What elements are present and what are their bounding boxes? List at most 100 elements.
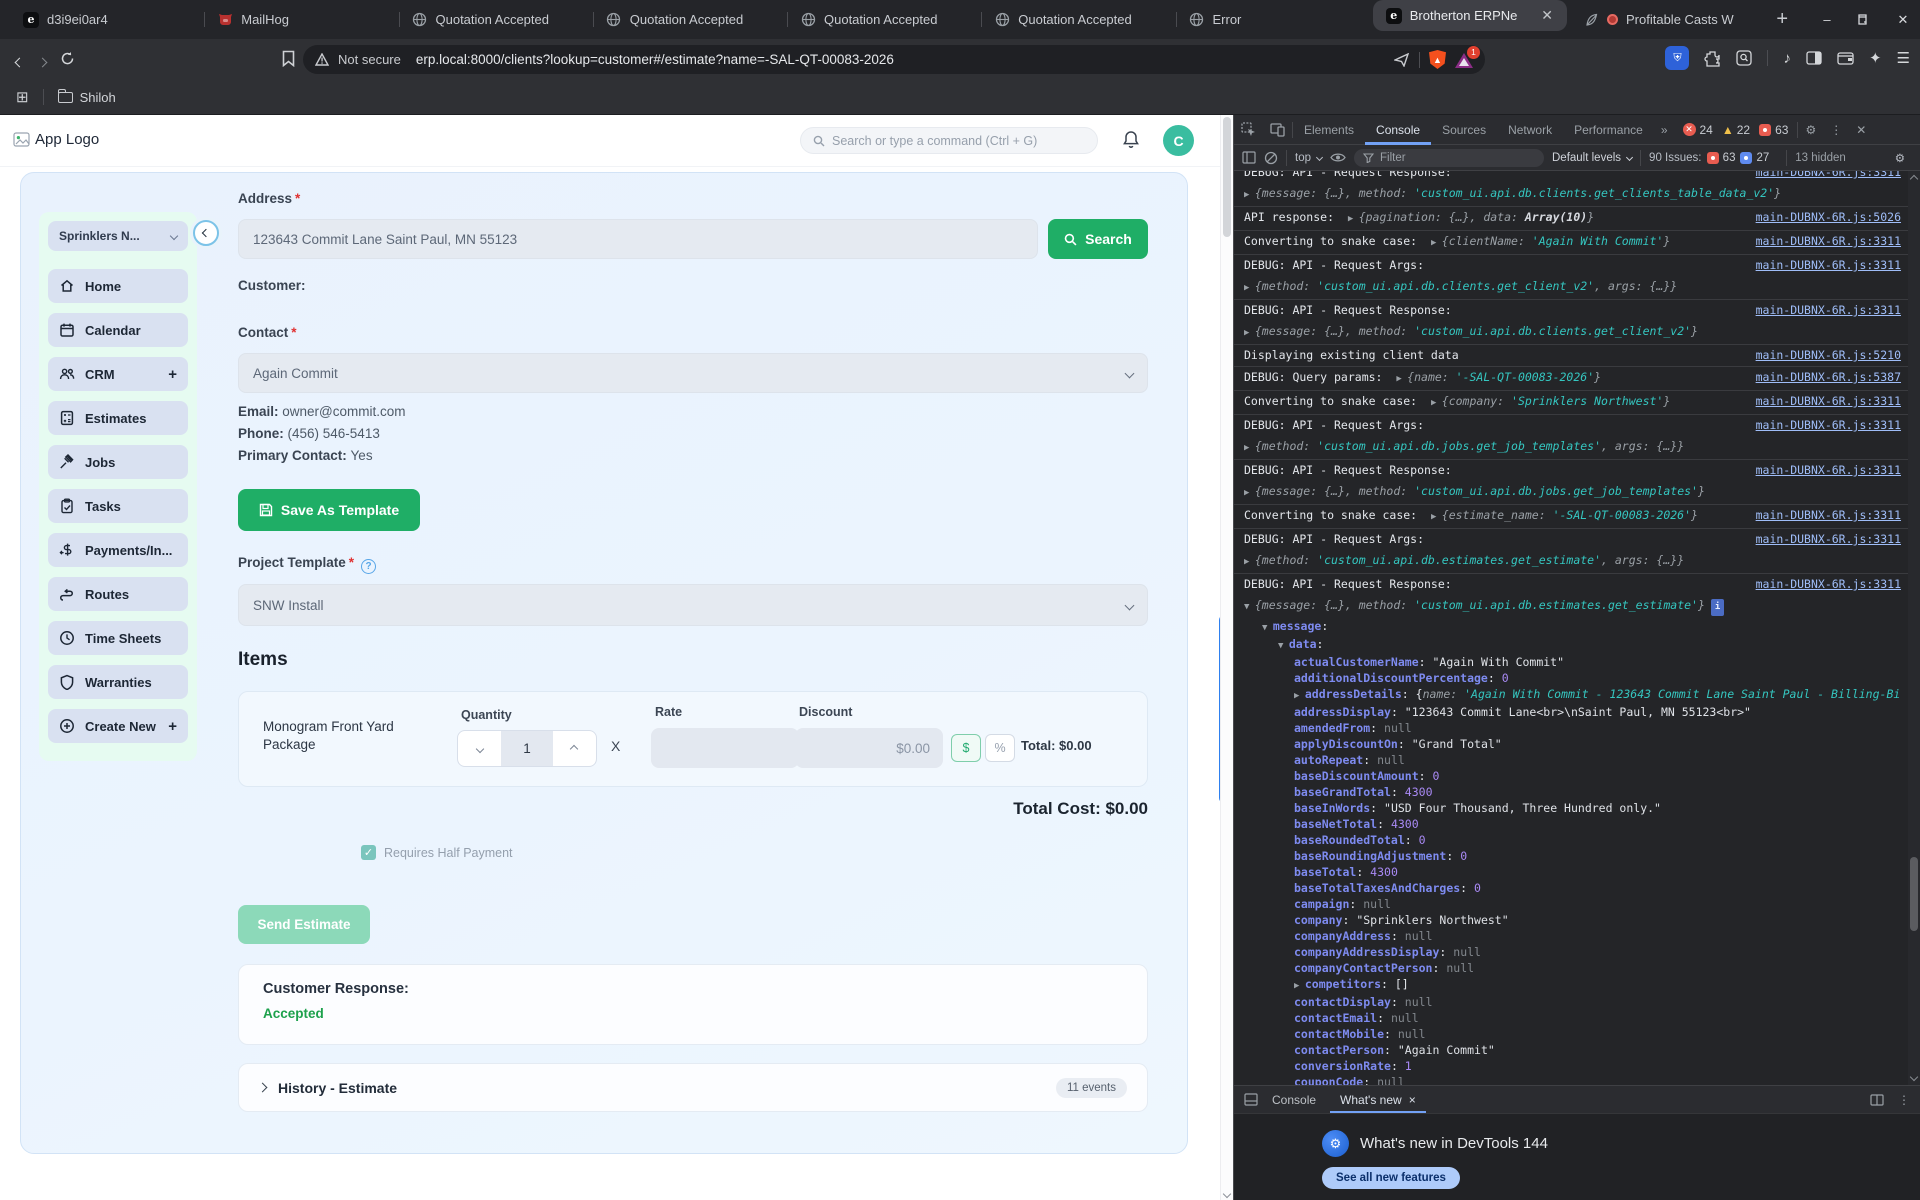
console-row[interactable]: ▶ {method: 'custom_ui.api.db.clients.get… — [1234, 276, 1909, 299]
browser-tab[interactable]: Quotation Accepted — [398, 0, 593, 39]
contact-select[interactable]: Again Commit — [238, 353, 1148, 393]
see-all-features-button[interactable]: See all new features — [1322, 1167, 1460, 1189]
console-row[interactable]: DEBUG: API - Request Response: main-DUBNX… — [1234, 299, 1909, 321]
quantity-value[interactable]: 1 — [501, 731, 553, 766]
sidebar-item-tasks[interactable]: Tasks — [48, 489, 188, 523]
devtools-menu-icon[interactable]: ⋮ — [1823, 123, 1849, 137]
sidebar-item-estimates[interactable]: Estimates — [48, 401, 188, 435]
console-row[interactable]: contactMobile: null — [1234, 1026, 1909, 1042]
console-source-link[interactable]: main-DUBNX-6R.js:3311 — [1756, 302, 1909, 319]
console-row[interactable]: baseNetTotal: 4300 — [1234, 816, 1909, 832]
reload-button[interactable] — [60, 51, 75, 66]
devtools-tab-sources[interactable]: Sources — [1431, 115, 1497, 145]
console-row[interactable]: DEBUG: API - Request Response: main-DUBNX… — [1234, 573, 1909, 595]
console-row[interactable]: DEBUG: Query params: ▶ {name: '-SAL-QT-0… — [1234, 366, 1909, 390]
console-row[interactable]: contactDisplay: null — [1234, 994, 1909, 1010]
console-row[interactable]: contactEmail: null — [1234, 1010, 1909, 1026]
avatar[interactable]: C — [1163, 125, 1194, 156]
console-row[interactable]: companyAddress: null — [1234, 928, 1909, 944]
rate-input[interactable] — [651, 728, 799, 768]
sidebar-toggle-icon[interactable] — [1806, 51, 1822, 65]
close-window-button[interactable]: ✕ — [1894, 12, 1912, 28]
extensions-puzzle-icon[interactable] — [1704, 50, 1721, 67]
devtools-tab-console[interactable]: Console — [1365, 115, 1431, 145]
forward-button[interactable] — [37, 53, 48, 71]
bookmark-folder-shiloh[interactable]: Shiloh — [57, 88, 116, 105]
console-row[interactable]: Converting to snake case: ▶ {company: 'S… — [1234, 390, 1909, 414]
console-row[interactable]: applyDiscountOn: "Grand Total" — [1234, 736, 1909, 752]
inspect-element-icon[interactable] — [1234, 122, 1263, 137]
address-bar[interactable]: Not secure erp.local:8000/clients?lookup… — [303, 45, 1485, 74]
sidebar-item-routes[interactable]: Routes — [48, 577, 188, 611]
console-row[interactable]: API response: ▶ {pagination: {…}, data: … — [1234, 206, 1909, 230]
url-text[interactable]: erp.local:8000/clients?lookup=customer#/… — [416, 52, 1385, 67]
back-button[interactable] — [14, 53, 25, 71]
console-row[interactable]: Displaying existing client data main-DUBN… — [1234, 344, 1909, 366]
minimize-button[interactable]: – — [1818, 12, 1836, 27]
console-row[interactable]: baseTotal: 4300 — [1234, 864, 1909, 880]
wallet-icon[interactable] — [1837, 51, 1854, 65]
brave-rewards-icon[interactable]: 1 — [1455, 45, 1480, 69]
console-row[interactable]: ▶ competitors: [] — [1234, 976, 1909, 994]
console-source-link[interactable]: main-DUBNX-6R.js:5387 — [1756, 369, 1909, 386]
sidebar-item-jobs[interactable]: Jobs — [48, 445, 188, 479]
menu-icon[interactable]: ☰ — [1897, 49, 1910, 67]
console-row[interactable]: baseGrandTotal: 4300 — [1234, 784, 1909, 800]
scroll-down-arrow[interactable] — [1222, 1189, 1232, 1199]
console-row[interactable]: Converting to snake case: ▶ {estimate_na… — [1234, 504, 1909, 528]
js-context-selector[interactable]: top — [1295, 152, 1324, 164]
console-row[interactable]: additionalDiscountPercentage: 0 — [1234, 670, 1909, 686]
console-row[interactable]: campaign: null — [1234, 896, 1909, 912]
scroll-up-arrow[interactable] — [1909, 174, 1919, 184]
browser-tab[interactable]: Profitable Casts W — [1570, 0, 1764, 39]
console-row[interactable]: baseRoundingAdjustment: 0 — [1234, 848, 1909, 864]
console-filter-input[interactable]: Filter — [1354, 148, 1544, 167]
expand-chevron-icon[interactable] — [257, 1082, 268, 1093]
console-row[interactable]: conversionRate: 1 — [1234, 1058, 1909, 1074]
bookmark-icon[interactable] — [282, 50, 295, 67]
more-tabs-icon[interactable]: » — [1654, 123, 1675, 137]
console-row[interactable]: company: "Sprinklers Northwest" — [1234, 912, 1909, 928]
console-row[interactable]: actualCustomerName: "Again With Commit" — [1234, 654, 1909, 670]
console-sidebar-icon[interactable] — [1242, 151, 1256, 164]
notifications-bell-icon[interactable] — [1122, 130, 1140, 149]
console-source-link[interactable]: main-DUBNX-6R.js:3311 — [1756, 531, 1909, 548]
search-tabs-icon[interactable] — [1736, 50, 1753, 66]
discount-percent-button[interactable]: % — [985, 734, 1015, 762]
devtools-tab-elements[interactable]: Elements — [1293, 115, 1365, 145]
sidebar-item-home[interactable]: Home — [48, 269, 188, 303]
clear-console-icon[interactable] — [1264, 151, 1278, 165]
log-levels-selector[interactable]: Default levels — [1552, 152, 1634, 164]
expand-plus-icon[interactable]: + — [168, 366, 177, 383]
console-row[interactable]: ▼ message: — [1234, 618, 1909, 636]
console-row[interactable]: Converting to snake case: ▶ {clientName:… — [1234, 230, 1909, 254]
warning-count-icon[interactable]: ▲ — [1722, 123, 1734, 137]
console-source-link[interactable]: main-DUBNX-6R.js:3311 — [1756, 507, 1909, 524]
company-selector[interactable]: Sprinklers N... — [48, 221, 188, 251]
browser-tab[interactable]: Quotation Accepted — [787, 0, 981, 39]
browser-tab[interactable]: e d3i9ei0ar4 — [10, 0, 204, 39]
console-source-link[interactable]: main-DUBNX-6R.js:3311 — [1756, 393, 1909, 410]
console-source-link[interactable]: main-DUBNX-6R.js:3311 — [1756, 417, 1909, 434]
console-row[interactable]: contactPerson: "Again Commit" — [1234, 1042, 1909, 1058]
devtools-tab-performance[interactable]: Performance — [1563, 115, 1654, 145]
issues-count-icon[interactable] — [1759, 123, 1772, 136]
media-icon[interactable]: ♪ — [1783, 50, 1791, 67]
sidebar-item-payments-in[interactable]: Payments/In... — [48, 533, 188, 567]
page-scrollbar[interactable] — [1220, 115, 1233, 1200]
console-row[interactable]: ▶ {method: 'custom_ui.api.db.estimates.g… — [1234, 550, 1909, 573]
sidebar-item-create-new[interactable]: Create New + — [48, 709, 188, 743]
console-scrollbar[interactable] — [1908, 171, 1920, 1085]
error-count-icon[interactable]: ✕ — [1682, 123, 1696, 136]
share-icon[interactable] — [1394, 52, 1410, 67]
console-source-link[interactable]: main-DUBNX-6R.js:5026 — [1756, 209, 1909, 226]
console-source-link[interactable]: main-DUBNX-6R.js:5210 — [1756, 347, 1909, 364]
send-estimate-button[interactable]: Send Estimate — [238, 905, 370, 944]
console-row[interactable]: companyAddressDisplay: null — [1234, 944, 1909, 960]
leo-ai-icon[interactable]: ✦ — [1869, 49, 1882, 67]
sidebar-item-warranties[interactable]: Warranties — [48, 665, 188, 699]
console-source-link[interactable]: main-DUBNX-6R.js:3311 — [1756, 233, 1909, 250]
console-source-link[interactable]: main-DUBNX-6R.js:3311 — [1756, 576, 1909, 593]
brave-shield-icon[interactable]: ▲ — [1429, 50, 1446, 69]
console-row[interactable]: autoRepeat: null — [1234, 752, 1909, 768]
